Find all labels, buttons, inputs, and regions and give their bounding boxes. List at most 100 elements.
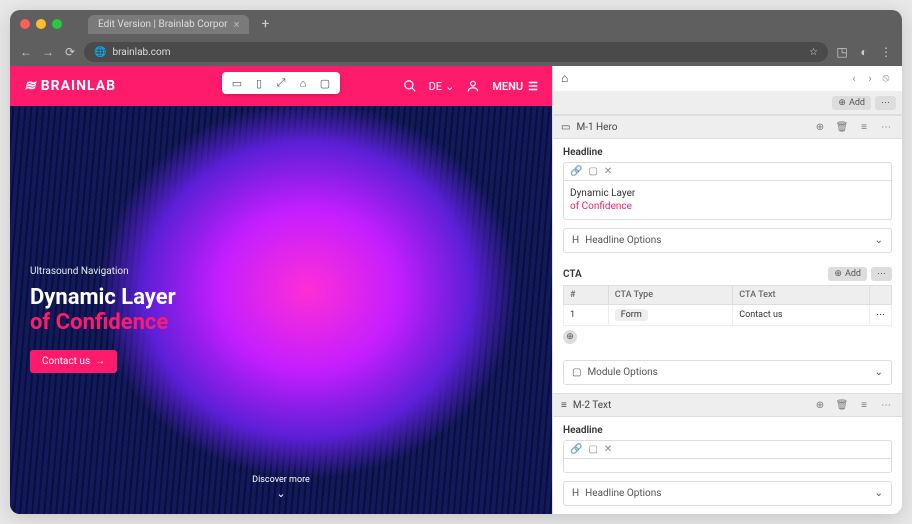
language-selector[interactable]: DE ⌄ (429, 80, 455, 93)
browser-window: Edit Version | Brainlab Corpor × + ← → ⟳… (10, 10, 902, 514)
hero-cta-button[interactable]: Contact us → (30, 350, 117, 373)
row-more-icon[interactable]: ⋯ (870, 305, 892, 326)
discover-more[interactable]: Discover more ⌄ (252, 475, 310, 500)
reorder-icon[interactable]: ≡ (856, 400, 872, 411)
close-tab-icon[interactable]: × (234, 18, 240, 31)
option-label: Module Options (587, 367, 657, 378)
add-cta-button[interactable]: ⊕ Add (828, 267, 867, 281)
forward-icon[interactable]: → (40, 44, 56, 60)
minimize-window[interactable] (36, 19, 46, 29)
close-window[interactable] (20, 19, 30, 29)
more-icon[interactable]: ⋯ (871, 267, 892, 281)
address-field[interactable]: 🌐 brainlab.com ☆ (84, 42, 828, 62)
chevron-down-icon: ⌄ (875, 367, 883, 378)
cta-label: Contact us (42, 356, 90, 367)
rte-link-icon[interactable]: 🔗 (570, 444, 582, 455)
panel-action-icon[interactable]: › (862, 72, 878, 85)
chevron-down-icon: ⌄ (875, 235, 883, 246)
panel-action-icon[interactable]: ‹ (846, 72, 862, 85)
more-icon[interactable]: ⋯ (878, 400, 894, 411)
module-header[interactable]: ≡ M-2 Text ⊕ 🗑 ≡ ⋯ (553, 393, 902, 417)
stop-icon[interactable]: ⦸ (878, 71, 894, 85)
cta-section-header: CTA ⊕ Add ⋯ (563, 267, 892, 281)
tab-title: Edit Version | Brainlab Corpor (98, 19, 228, 30)
rte-clear-icon[interactable]: ✕ (604, 166, 612, 177)
reload-icon[interactable]: ⟳ (62, 44, 78, 60)
url-text: brainlab.com (112, 47, 170, 58)
delete-icon[interactable]: 🗑 (834, 122, 850, 133)
device-preview-bar: ▭ ▯ ⤢ ⌂ ▢ (222, 72, 340, 94)
module-options-toggle[interactable]: ▢ Module Options ⌄ (563, 360, 892, 385)
add-label: Add (845, 269, 861, 279)
headline-line2: of Confidence (30, 310, 176, 335)
menu-button[interactable]: MENU ☰ (492, 80, 538, 93)
chevron-down-icon: ⌄ (875, 488, 883, 499)
url-bar: ← → ⟳ 🌐 brainlab.com ☆ ◳ ◐ ⋮ (10, 38, 902, 66)
plus-icon: ⊕ (834, 269, 842, 279)
headline-text-line2: of Confidence (570, 200, 885, 213)
profile-icon[interactable]: ◐ (856, 44, 872, 60)
hamburger-icon: ☰ (528, 80, 538, 93)
bookmark-icon[interactable]: ☆ (809, 47, 818, 58)
headline-line1: Dynamic Layer (30, 285, 176, 310)
content-area: ▭ ▯ ⤢ ⌂ ▢ ≋ BRAINLAB DE ⌄ (10, 66, 902, 514)
headline-input[interactable] (563, 459, 892, 473)
maximize-window[interactable] (52, 19, 62, 29)
reorder-icon[interactable]: ≡ (856, 122, 872, 133)
back-icon[interactable]: ← (18, 44, 34, 60)
language-label: DE (429, 80, 442, 93)
editor-panel: ⌂ ‹ › ⦸ ⊕ Add ⋯ ▭ M-1 Hero ⊕ 🗑 ≡ (552, 66, 902, 514)
rte-clear-icon[interactable]: ✕ (604, 444, 612, 455)
device-desktop-icon[interactable]: ▭ (230, 76, 244, 90)
browser-tab[interactable]: Edit Version | Brainlab Corpor × (88, 15, 249, 34)
rte-toolbar: 🔗 ▢ ✕ (563, 162, 892, 181)
add-module-button[interactable]: ⊕ Add (832, 96, 871, 110)
headline-input[interactable]: Dynamic Layer of Confidence (563, 181, 892, 220)
menu-dots-icon[interactable]: ⋮ (878, 44, 894, 60)
add-row-button[interactable]: ⊕ (563, 330, 577, 344)
option-label: Headline Options (585, 488, 661, 499)
table-row[interactable]: 1 Form Contact us ⋯ (564, 305, 892, 326)
site-info-icon[interactable]: 🌐 (94, 47, 106, 58)
duplicate-icon[interactable]: ⊕ (812, 400, 828, 411)
delete-icon[interactable]: 🗑 (834, 400, 850, 411)
module-header[interactable]: ▭ M-1 Hero ⊕ 🗑 ≡ ⋯ (553, 115, 902, 139)
module-body: Headline 🔗 ▢ ✕ Dynamic Layer of Confiden… (553, 139, 902, 393)
hero-text: Ultrasound Navigation Dynamic Layer of C… (30, 266, 176, 373)
rte-link-icon[interactable]: 🔗 (570, 166, 582, 177)
headline-options-toggle[interactable]: H Headline Options ⌄ (563, 481, 892, 506)
rte-format-icon[interactable]: ▢ (588, 444, 597, 455)
new-tab-button[interactable]: + (261, 16, 269, 32)
user-icon[interactable] (464, 79, 482, 93)
discover-label: Discover more (252, 475, 310, 485)
plus-icon: ⊕ (838, 98, 846, 108)
device-tablet-icon[interactable]: ▯ (252, 76, 266, 90)
more-icon[interactable]: ⋯ (875, 96, 896, 110)
row-index: 1 (564, 305, 609, 326)
chevron-down-icon: ⌄ (252, 487, 310, 500)
home-icon[interactable]: ⌂ (561, 71, 568, 85)
search-icon[interactable] (401, 79, 419, 93)
brand-logo[interactable]: ≋ BRAINLAB (24, 78, 116, 94)
device-mobile-icon[interactable]: ▢ (318, 76, 332, 90)
module-body: Headline 🔗 ▢ ✕ H Headline Options ⌄ (553, 417, 902, 514)
extension-icon[interactable]: ◳ (834, 44, 850, 60)
more-icon[interactable]: ⋯ (878, 122, 894, 133)
device-fullscreen-icon[interactable]: ⤢ (274, 76, 288, 90)
col-type: CTA Type (608, 286, 733, 305)
cta-type-tag[interactable]: Form (615, 309, 648, 321)
device-laptop-icon[interactable]: ⌂ (296, 76, 310, 90)
duplicate-icon[interactable]: ⊕ (812, 122, 828, 133)
rte-format-icon[interactable]: ▢ (588, 166, 597, 177)
panel-topbar: ⌂ ‹ › ⦸ (553, 66, 902, 92)
option-label: Headline Options (585, 235, 661, 246)
headline-options-toggle[interactable]: H Headline Options ⌄ (563, 228, 892, 253)
brand-name: BRAINLAB (41, 78, 116, 94)
cta-text-cell[interactable]: Contact us (733, 305, 870, 326)
menu-label: MENU (492, 80, 523, 93)
add-label: Add (849, 98, 865, 108)
col-text: CTA Text (733, 286, 870, 305)
table-header-row: # CTA Type CTA Text (564, 286, 892, 305)
arrow-right-icon: → (95, 356, 105, 367)
module-icon: ▢ (572, 367, 581, 378)
